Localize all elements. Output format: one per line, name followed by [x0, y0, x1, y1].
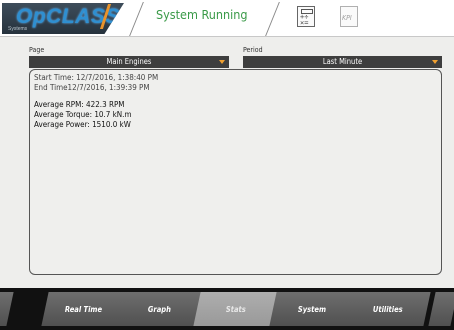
stats-panel: Start Time: 12/7/2016, 1:38:40 PM End Ti…: [29, 69, 442, 275]
average-rpm: Average RPM: 422.3 RPM: [34, 100, 125, 109]
header-bar: OpCLASS Systems System Running +÷ ×= KPI: [0, 0, 454, 37]
header-divider: [129, 2, 144, 36]
average-torque: Average Torque: 10.7 kN.m: [34, 110, 132, 119]
kpi-icon-label: KPI: [342, 14, 352, 22]
nav-edge-left: [0, 292, 14, 326]
calculator-icon[interactable]: +÷ ×=: [297, 6, 315, 27]
page-label: Page: [29, 46, 45, 54]
page-select-value: Main Engines: [106, 57, 152, 66]
tab-graph[interactable]: Graph: [117, 292, 203, 326]
tab-real-time[interactable]: Real Time: [41, 292, 127, 326]
logo-subtext: Systems: [8, 26, 28, 32]
system-status: System Running: [156, 7, 248, 22]
tab-label: Utilities: [373, 304, 403, 314]
tab-stats[interactable]: Stats: [193, 292, 279, 326]
tab-utilities[interactable]: Utilities: [345, 292, 431, 326]
chevron-down-icon: [219, 60, 225, 64]
kpi-icon[interactable]: KPI: [340, 6, 358, 27]
end-time: End Time12/7/2016, 1:39:39 PM: [34, 83, 150, 92]
tab-label: Graph: [148, 304, 172, 314]
nav-edge-right: [428, 292, 454, 326]
period-label: Period: [243, 46, 263, 54]
bottom-nav: Real Time Graph Stats System Utilities: [0, 288, 454, 330]
tab-label: Real Time: [65, 304, 103, 314]
page-select[interactable]: Main Engines: [29, 56, 229, 68]
calculator-keys: +÷ ×=: [300, 13, 309, 27]
period-select[interactable]: Last Minute: [243, 56, 442, 68]
tab-label: Stats: [226, 304, 246, 314]
tab-label: System: [297, 304, 327, 314]
start-time: Start Time: 12/7/2016, 1:38:40 PM: [34, 73, 159, 82]
chevron-down-icon: [432, 60, 438, 64]
tab-system[interactable]: System: [269, 292, 355, 326]
average-power: Average Power: 1510.0 kW: [34, 120, 131, 129]
header-divider: [265, 2, 280, 36]
period-select-value: Last Minute: [322, 57, 363, 66]
